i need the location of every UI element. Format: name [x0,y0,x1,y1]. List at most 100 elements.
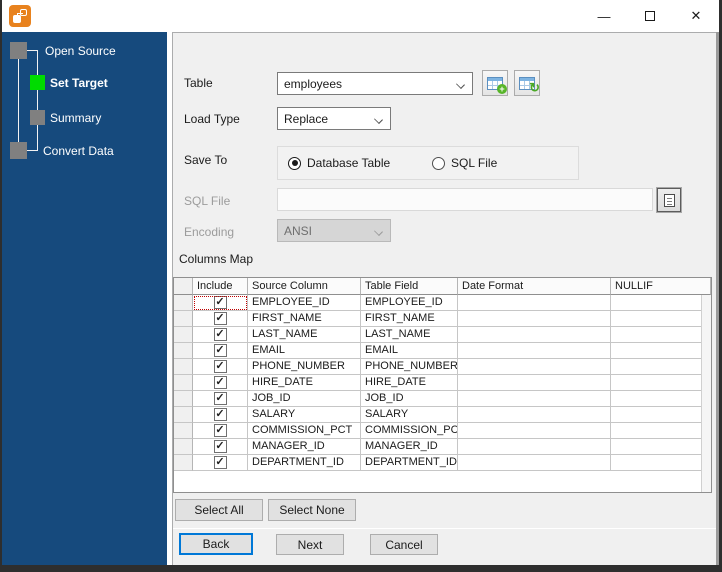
select-all-button[interactable]: Select All [175,499,263,521]
nullif-cell[interactable] [611,343,711,359]
source-column-cell[interactable]: FIRST_NAME [248,311,361,327]
radio-sql-file[interactable]: SQL File [432,156,497,170]
date-format-cell[interactable] [458,375,611,391]
nullif-cell[interactable] [611,311,711,327]
table-field-cell[interactable]: LAST_NAME [361,327,458,343]
row-header-cell[interactable] [174,423,193,439]
table-field-cell[interactable]: PHONE_NUMBER [361,359,458,375]
column-header-date-format[interactable]: Date Format [458,278,611,295]
checkbox-checked-icon[interactable]: ✓ [213,312,227,325]
row-header-cell[interactable] [174,391,193,407]
date-format-cell[interactable] [458,455,611,471]
source-column-cell[interactable]: DEPARTMENT_ID [248,455,361,471]
nullif-cell[interactable] [611,375,711,391]
checkbox-checked-icon[interactable]: ✓ [213,424,227,437]
date-format-cell[interactable] [458,295,611,311]
nullif-cell[interactable] [611,455,711,471]
table-field-cell[interactable]: MANAGER_ID [361,439,458,455]
checkbox-checked-icon[interactable]: ✓ [213,344,227,357]
table-field-cell[interactable]: EMAIL [361,343,458,359]
grid-vertical-scrollbar[interactable] [701,295,711,492]
date-format-cell[interactable] [458,439,611,455]
table-field-cell[interactable]: JOB_ID [361,391,458,407]
source-column-cell[interactable]: LAST_NAME [248,327,361,343]
create-table-button[interactable]: + [482,70,508,96]
close-button[interactable]: ✕ [673,0,719,32]
include-checkbox-cell[interactable]: ✓ [193,359,248,375]
date-format-cell[interactable] [458,359,611,375]
table-select[interactable]: employees [277,72,473,95]
include-checkbox-cell[interactable]: ✓ [193,391,248,407]
row-header-cell[interactable] [174,343,193,359]
include-checkbox-cell[interactable]: ✓ [193,327,248,343]
row-header-cell[interactable] [174,439,193,455]
checkbox-checked-icon[interactable]: ✓ [213,440,227,453]
row-header-cell[interactable] [174,311,193,327]
checkbox-checked-icon[interactable]: ✓ [213,376,227,389]
column-header-nullif[interactable]: NULLIF [611,278,711,295]
checkbox-checked-icon[interactable]: ✓ [213,408,227,421]
table-field-cell[interactable]: HIRE_DATE [361,375,458,391]
source-column-cell[interactable]: PHONE_NUMBER [248,359,361,375]
checkbox-checked-icon[interactable]: ✓ [213,392,227,405]
include-checkbox-cell[interactable]: ✓ [193,343,248,359]
table-field-cell[interactable]: SALARY [361,407,458,423]
include-checkbox-cell[interactable]: ✓ [193,311,248,327]
include-checkbox-cell[interactable]: ✓ [193,423,248,439]
date-format-cell[interactable] [458,423,611,439]
table-field-cell[interactable]: FIRST_NAME [361,311,458,327]
column-header-source-column[interactable]: Source Column [248,278,361,295]
checkbox-checked-icon[interactable]: ✓ [213,456,227,469]
nullif-cell[interactable] [611,407,711,423]
next-button[interactable]: Next [276,534,344,555]
cancel-button[interactable]: Cancel [370,534,438,555]
row-header-cell[interactable] [174,327,193,343]
date-format-cell[interactable] [458,327,611,343]
row-header-cell[interactable] [174,295,193,311]
source-column-cell[interactable]: SALARY [248,407,361,423]
checkbox-checked-icon[interactable]: ✓ [213,360,227,373]
table-field-cell[interactable]: DEPARTMENT_ID [361,455,458,471]
radio-database-table[interactable]: Database Table [288,156,390,170]
date-format-cell[interactable] [458,407,611,423]
date-format-cell[interactable] [458,391,611,407]
nullif-cell[interactable] [611,391,711,407]
column-header-include[interactable]: Include [193,278,248,295]
source-column-cell[interactable]: EMPLOYEE_ID [248,295,361,311]
row-header-cell[interactable] [174,375,193,391]
maximize-button[interactable] [627,0,673,32]
checkbox-checked-icon[interactable]: ✓ [213,328,227,341]
table-field-cell[interactable]: EMPLOYEE_ID [361,295,458,311]
row-header-cell[interactable] [174,407,193,423]
row-header-cell[interactable] [174,455,193,471]
select-none-button[interactable]: Select None [268,499,356,521]
browse-sql-file-button[interactable] [656,187,682,213]
load-type-select[interactable]: Replace [277,107,391,130]
column-header-table-field[interactable]: Table Field [361,278,458,295]
include-checkbox-cell[interactable]: ✓ [193,295,248,311]
table-field-cell[interactable]: COMMISSION_PC [361,423,458,439]
sql-file-input[interactable] [277,188,653,211]
include-checkbox-cell[interactable]: ✓ [193,439,248,455]
nullif-cell[interactable] [611,439,711,455]
checkbox-checked-icon[interactable]: ✓ [213,296,227,309]
refresh-tables-button[interactable]: ↻ [514,70,540,96]
back-button[interactable]: Back [179,533,253,555]
nullif-cell[interactable] [611,423,711,439]
nullif-cell[interactable] [611,327,711,343]
source-column-cell[interactable]: HIRE_DATE [248,375,361,391]
include-checkbox-cell[interactable]: ✓ [193,455,248,471]
include-checkbox-cell[interactable]: ✓ [193,407,248,423]
encoding-select[interactable]: ANSI [277,219,391,242]
row-header-cell[interactable] [174,359,193,375]
nullif-cell[interactable] [611,359,711,375]
minimize-button[interactable]: — [581,0,627,32]
grid-corner-header[interactable] [174,278,193,295]
source-column-cell[interactable]: COMMISSION_PCT [248,423,361,439]
nullif-cell[interactable] [611,295,711,311]
include-checkbox-cell[interactable]: ✓ [193,375,248,391]
source-column-cell[interactable]: JOB_ID [248,391,361,407]
date-format-cell[interactable] [458,343,611,359]
source-column-cell[interactable]: EMAIL [248,343,361,359]
source-column-cell[interactable]: MANAGER_ID [248,439,361,455]
